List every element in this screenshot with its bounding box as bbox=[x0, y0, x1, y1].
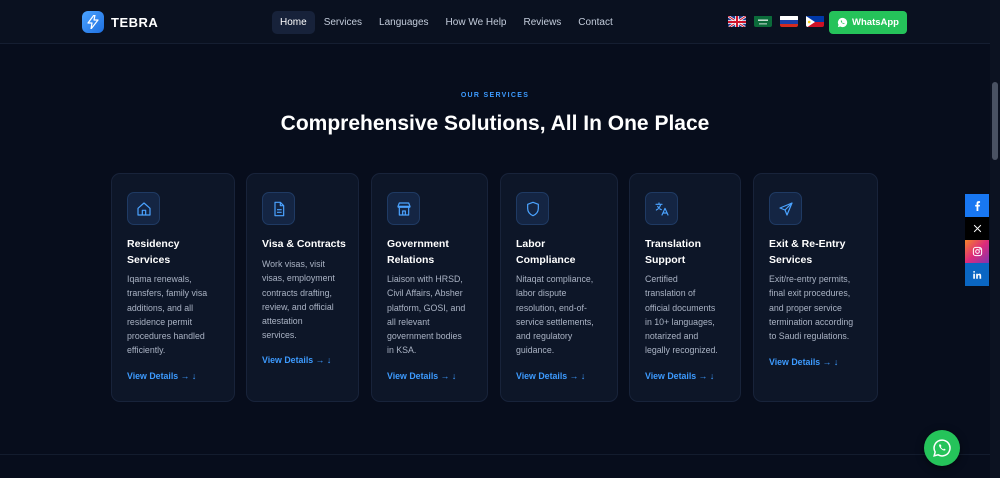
service-card-exit-reentry[interactable]: Exit & Re-Entry Services Exit/re-entry pe… bbox=[753, 173, 878, 402]
building-icon bbox=[387, 192, 420, 225]
service-card-description: Nitaqat compliance, labor dispute resoluti… bbox=[516, 274, 594, 356]
nav-languages[interactable]: Languages bbox=[371, 11, 437, 34]
scrollbar[interactable] bbox=[990, 0, 1000, 478]
service-card-title: Labor Compliance bbox=[516, 238, 576, 266]
view-details-link[interactable]: View Details → ↓ bbox=[645, 371, 714, 381]
service-card-government[interactable]: Government Relations Liaison with HRSD, Ci… bbox=[371, 173, 488, 402]
scrollbar-thumb[interactable] bbox=[992, 82, 998, 160]
service-card-description: Work visas, visit visas, employment contra… bbox=[262, 259, 335, 341]
nav-home[interactable]: Home bbox=[272, 11, 315, 34]
view-details-link[interactable]: View Details → ↓ bbox=[127, 371, 196, 381]
service-card-description: Iqama renewals, transfers, family visa add… bbox=[127, 274, 208, 356]
view-details-link[interactable]: View Details → ↓ bbox=[387, 371, 456, 381]
whatsapp-floating-button[interactable] bbox=[924, 430, 960, 466]
service-card-title: Residency Services bbox=[127, 238, 180, 266]
social-sidebar bbox=[965, 194, 989, 286]
service-card-labor[interactable]: Labor Compliance Nitaqat compliance, labor… bbox=[500, 173, 618, 402]
facebook-icon[interactable] bbox=[965, 194, 989, 217]
saudi-flag-icon[interactable] bbox=[754, 15, 772, 27]
section-eyebrow: OUR SERVICES bbox=[460, 92, 530, 99]
section-divider bbox=[0, 454, 990, 455]
linkedin-icon[interactable] bbox=[965, 263, 989, 286]
service-card-description: Liaison with HRSD, Civil Affairs, Absher p… bbox=[387, 274, 466, 356]
service-card-title: Government Relations bbox=[387, 238, 449, 266]
nav-reviews[interactable]: Reviews bbox=[516, 11, 570, 34]
main-menu: Home Services Languages How We Help Revi… bbox=[272, 11, 622, 34]
philippines-flag-icon[interactable] bbox=[806, 15, 824, 27]
document-icon bbox=[262, 192, 295, 225]
service-card-visa[interactable]: Visa & Contracts Work visas, visit visas,… bbox=[246, 173, 359, 402]
whatsapp-icon bbox=[837, 17, 848, 28]
service-card-title: Visa & Contracts bbox=[262, 238, 346, 250]
whatsapp-label: WhatsApp bbox=[852, 17, 899, 28]
translate-icon bbox=[645, 192, 678, 225]
whatsapp-icon bbox=[933, 439, 951, 457]
view-details-link[interactable]: View Details → ↓ bbox=[769, 357, 838, 367]
shield-icon bbox=[516, 192, 549, 225]
service-card-title: Exit & Re-Entry Services bbox=[769, 238, 846, 266]
instagram-icon[interactable] bbox=[965, 240, 989, 263]
whatsapp-button[interactable]: WhatsApp bbox=[829, 11, 907, 34]
nav-contact[interactable]: Contact bbox=[570, 11, 620, 34]
view-details-link[interactable]: View Details → ↓ bbox=[262, 355, 331, 365]
x-icon[interactable] bbox=[965, 217, 989, 240]
page: TEBRA Home Services Languages How We Hel… bbox=[0, 0, 1000, 478]
service-card-residency[interactable]: Residency Services Iqama renewals, transfe… bbox=[111, 173, 235, 402]
navbar: TEBRA Home Services Languages How We Hel… bbox=[0, 0, 990, 44]
service-card-translation[interactable]: Translation Support Certified translation … bbox=[629, 173, 741, 402]
language-flags bbox=[728, 15, 832, 27]
service-card-title: Translation Support bbox=[645, 238, 702, 266]
nav-services[interactable]: Services bbox=[316, 11, 370, 34]
view-details-link[interactable]: View Details → ↓ bbox=[516, 371, 585, 381]
logo[interactable]: TEBRA bbox=[82, 11, 158, 33]
russia-flag-icon[interactable] bbox=[780, 15, 798, 27]
lightning-icon bbox=[82, 11, 104, 33]
nav-how-we-help[interactable]: How We Help bbox=[438, 11, 515, 34]
section-headline: Comprehensive Solutions, All In One Plac… bbox=[280, 112, 710, 135]
home-icon bbox=[127, 192, 160, 225]
send-icon bbox=[769, 192, 802, 225]
service-card-description: Exit/re-entry permits, final exit procedu… bbox=[769, 274, 854, 342]
brand-name: TEBRA bbox=[111, 14, 159, 30]
uk-flag-icon[interactable] bbox=[728, 15, 746, 27]
service-card-description: Certified translation of official document… bbox=[645, 274, 718, 356]
